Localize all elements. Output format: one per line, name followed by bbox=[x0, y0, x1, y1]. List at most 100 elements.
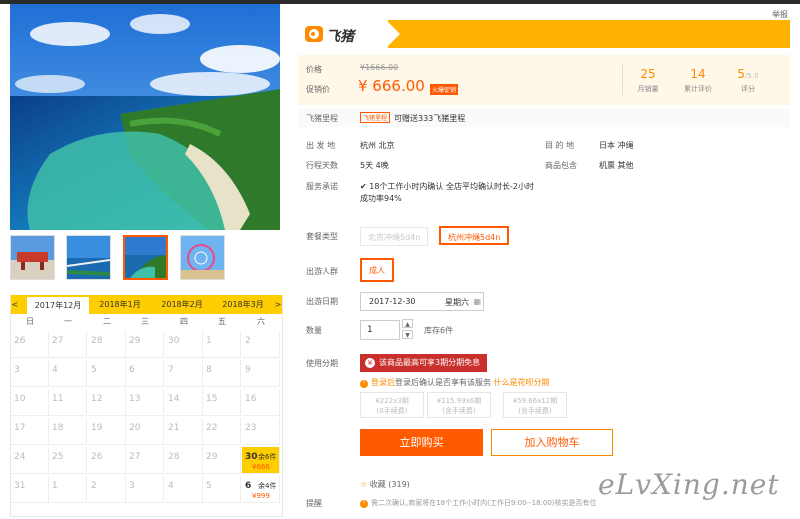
mileage-text: 可赠送333飞猪里程 bbox=[394, 114, 466, 123]
calendar-day[interactable]: 28 bbox=[165, 447, 203, 474]
calendar-day[interactable]: 1 bbox=[203, 331, 241, 358]
day-number: 3 bbox=[129, 481, 135, 491]
calendar-day[interactable]: 20 bbox=[126, 418, 164, 445]
calendar-day[interactable]: 3 bbox=[11, 360, 49, 387]
thumbnail-2[interactable] bbox=[66, 235, 111, 280]
dest-label: 目 的 地 bbox=[545, 141, 575, 150]
calendar-day[interactable]: 8 bbox=[203, 360, 241, 387]
calendar-day[interactable]: 22 bbox=[203, 418, 241, 445]
calendar-day[interactable]: 16 bbox=[242, 389, 280, 416]
day-number: 30 bbox=[168, 336, 180, 346]
calendar-day[interactable]: 5 bbox=[203, 476, 241, 503]
calendar-day[interactable]: 25 bbox=[49, 447, 87, 474]
thumbnail-4[interactable] bbox=[180, 235, 225, 280]
calendar-day[interactable]: 7 bbox=[165, 360, 203, 387]
day-number: 14 bbox=[168, 394, 180, 404]
day-number: 29 bbox=[129, 336, 141, 346]
add-to-cart-button[interactable]: 加入购物车 bbox=[491, 429, 613, 456]
day-number: 28 bbox=[91, 336, 103, 346]
calendar-day[interactable]: 29 bbox=[126, 331, 164, 358]
days-value: 5天 4晚 bbox=[360, 161, 389, 170]
hot-promo-badge: 火爆促销 bbox=[430, 84, 459, 95]
installment-plan-12[interactable]: ¥59.66x12期 (含手续费) bbox=[503, 392, 567, 418]
calendar-day[interactable]: 2 bbox=[88, 476, 126, 503]
tab-month-3[interactable]: 2018年2月 bbox=[153, 295, 211, 314]
calendar-day[interactable]: 24 bbox=[11, 447, 49, 474]
price-label: 价格 bbox=[306, 65, 322, 74]
weekday-header: 日 bbox=[26, 317, 34, 326]
calendar-prev-icon[interactable]: < bbox=[11, 295, 19, 314]
weekday-header: 一 bbox=[64, 317, 72, 326]
quantity-down-icon[interactable]: ▼ bbox=[402, 330, 413, 339]
tab-month-1[interactable]: 2017年12月 bbox=[27, 297, 89, 314]
calendar-day[interactable]: 2 bbox=[242, 331, 280, 358]
calendar-day[interactable]: 6 余4件 ¥999 bbox=[242, 476, 280, 503]
stat-reviews[interactable]: 14 累计评价 bbox=[673, 67, 723, 94]
calendar-day[interactable]: 4 bbox=[165, 476, 203, 503]
calendar-day[interactable]: 27 bbox=[49, 331, 87, 358]
calendar-day[interactable]: 14 bbox=[165, 389, 203, 416]
calendar-next-icon[interactable]: > bbox=[274, 295, 282, 314]
calendar-day[interactable]: 12 bbox=[88, 389, 126, 416]
stat-monthly-sales: 25 月销量 bbox=[637, 67, 659, 93]
calendar-day[interactable]: 5 bbox=[88, 360, 126, 387]
date-picker[interactable]: 2017-12-30 星期六 ▦ bbox=[360, 292, 484, 311]
calendar-day[interactable]: 4 bbox=[49, 360, 87, 387]
day-number: 6 bbox=[245, 481, 252, 491]
calendar-day[interactable]: 1 bbox=[49, 476, 87, 503]
login-link[interactable]: 登录后 bbox=[371, 378, 395, 387]
calendar-day[interactable]: 13 bbox=[126, 389, 164, 416]
day-number: 31 bbox=[14, 481, 26, 491]
day-number: 20 bbox=[129, 423, 141, 433]
calendar-day[interactable]: 31 bbox=[11, 476, 49, 503]
huabei-help-link[interactable]: 什么是花呗分期 bbox=[494, 378, 550, 387]
day-number: 7 bbox=[168, 365, 174, 375]
thumbnail-3[interactable] bbox=[123, 235, 168, 280]
calendar-day[interactable]: 10 bbox=[11, 389, 49, 416]
day-number: 17 bbox=[14, 423, 26, 433]
buy-now-button[interactable]: 立即购买 bbox=[360, 429, 483, 456]
calendar-day[interactable]: 28 bbox=[88, 331, 126, 358]
quantity-input[interactable]: 1 bbox=[360, 320, 400, 340]
favorite-button[interactable]: ☆ 收藏 (319) bbox=[360, 479, 410, 490]
day-number: 27 bbox=[129, 452, 141, 462]
day-number: 28 bbox=[168, 452, 180, 462]
calendar-day[interactable]: 11 bbox=[49, 389, 87, 416]
calendar-day[interactable]: 15 bbox=[203, 389, 241, 416]
report-link[interactable]: 举报 bbox=[772, 9, 788, 20]
depart-label: 出 发 地 bbox=[306, 141, 336, 150]
calendar-day[interactable]: 23 bbox=[242, 418, 280, 445]
weekday-header: 六 bbox=[257, 317, 265, 326]
calendar-day[interactable]: 26 bbox=[11, 331, 49, 358]
calendar-day[interactable]: 29 bbox=[203, 447, 241, 474]
day-number: 4 bbox=[52, 365, 58, 375]
days-label: 行程天数 bbox=[306, 161, 338, 170]
day-number: 1 bbox=[52, 481, 58, 491]
calendar-day[interactable]: 18 bbox=[49, 418, 87, 445]
package-option-hangzhou[interactable]: 杭州冲绳5d4n bbox=[439, 226, 510, 245]
calendar-day[interactable]: 9 bbox=[242, 360, 280, 387]
calendar-day[interactable]: 26 bbox=[88, 447, 126, 474]
package-option-beijing[interactable]: 北京冲绳5d4n bbox=[360, 227, 429, 246]
calendar-day[interactable]: 21 bbox=[165, 418, 203, 445]
thumbnail-1[interactable] bbox=[10, 235, 55, 280]
installment-plan-6[interactable]: ¥115.99x6期 (含手续费) bbox=[427, 392, 491, 418]
tab-month-2[interactable]: 2018年1月 bbox=[91, 295, 149, 314]
service-label: 服务承诺 bbox=[306, 182, 338, 191]
calendar-day[interactable]: 17 bbox=[11, 418, 49, 445]
include-value: 机票 其他 bbox=[599, 161, 634, 170]
calendar-day[interactable]: 3 bbox=[126, 476, 164, 503]
calendar-day[interactable]: 19 bbox=[88, 418, 126, 445]
tab-month-4[interactable]: 2018年3月 bbox=[214, 295, 272, 314]
crowd-option-adult[interactable]: 成人 bbox=[360, 258, 394, 282]
day-number: 16 bbox=[245, 394, 257, 404]
service-line-1: ✔ 18个工作小时内确认 全店平均确认时长-2小时 bbox=[360, 182, 534, 191]
installment-plan-3[interactable]: ¥222x3期 (0手续费) bbox=[360, 392, 424, 418]
thumbnail-strip bbox=[10, 235, 282, 283]
calendar-day[interactable]: 6 bbox=[126, 360, 164, 387]
calendar-day[interactable]: 30 bbox=[165, 331, 203, 358]
day-number: 5 bbox=[91, 365, 97, 375]
calendar-day[interactable]: 30 余6件 ¥666 bbox=[242, 447, 280, 474]
quantity-up-icon[interactable]: ▲ bbox=[402, 319, 413, 328]
calendar-day[interactable]: 27 bbox=[126, 447, 164, 474]
